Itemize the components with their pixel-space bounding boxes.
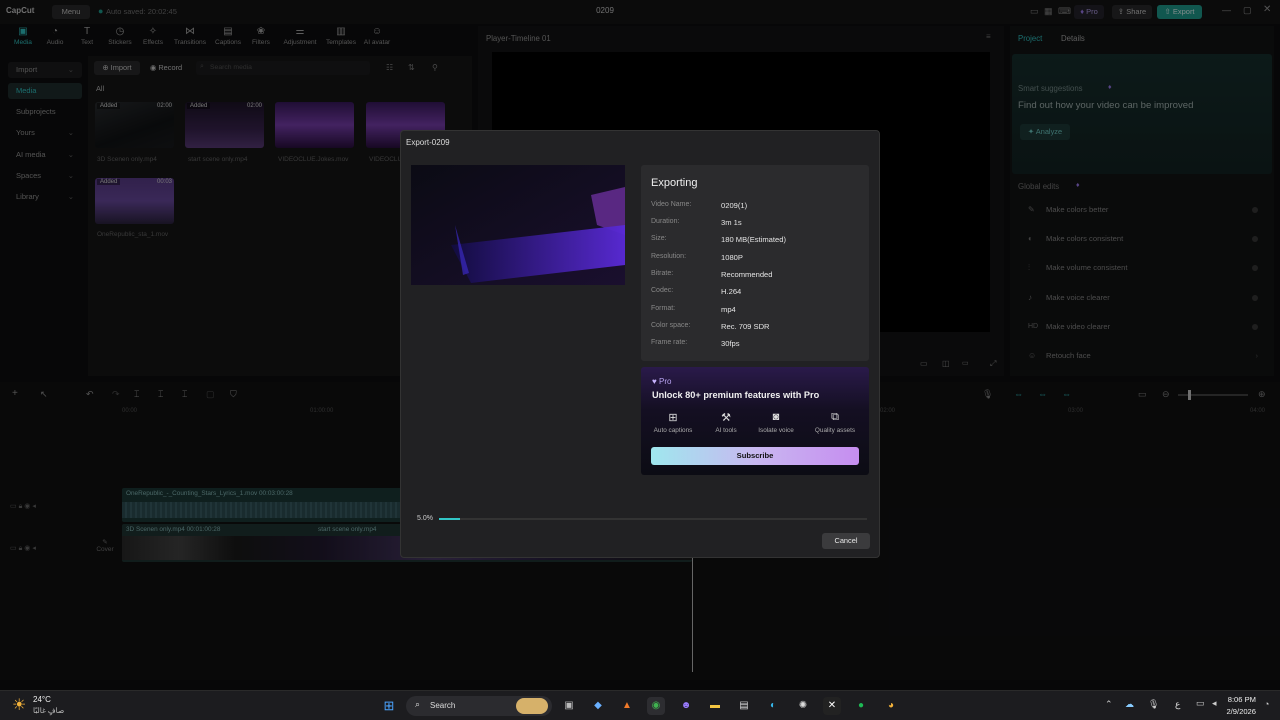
- pro-feature-label: AI tools: [715, 427, 737, 434]
- weather-temp[interactable]: 24°C: [33, 695, 51, 704]
- info-key: Video Name:: [651, 201, 692, 208]
- taskbar-search[interactable]: ⌕ Search: [406, 696, 552, 716]
- info-key: Color space:: [651, 322, 691, 329]
- info-value: H.264: [721, 287, 742, 296]
- pro-feature: ⚒ AI tools: [701, 411, 751, 434]
- capcut-icon[interactable]: ✕: [823, 697, 841, 715]
- preview-image: [411, 165, 625, 285]
- export-info-panel: Exporting Video Name: 0209(1) Duration: 3m…: [641, 165, 869, 361]
- info-row-duration: Duration: 3m 1s: [651, 218, 861, 232]
- info-value: 180 MB(Estimated): [721, 235, 786, 244]
- subscribe-button[interactable]: Subscribe: [651, 447, 859, 465]
- pro-feature-label: Quality assets: [814, 427, 856, 434]
- info-value: 1080P: [721, 253, 743, 262]
- pro-feature-label: Auto captions: [653, 427, 693, 434]
- info-row-color-space: Color space: Rec. 709 SDR: [651, 322, 861, 336]
- notifications-icon[interactable]: ◔: [1264, 699, 1269, 709]
- info-row-frame-rate: Frame rate: 30fps: [651, 339, 861, 353]
- taskbar-search-label: Search: [430, 701, 456, 710]
- clock-date[interactable]: 2/9/2026: [1222, 707, 1256, 716]
- spotify-icon[interactable]: ●: [852, 697, 870, 715]
- info-row-size: Size: 180 MB(Estimated): [651, 235, 861, 249]
- edge-icon[interactable]: ◐: [764, 697, 782, 715]
- ai-tools-icon: ⚒: [721, 412, 731, 424]
- chevron-up-icon[interactable]: ⌃: [1105, 699, 1113, 710]
- info-value: mp4: [721, 305, 736, 314]
- info-key: Format:: [651, 305, 676, 312]
- isolate-voice-icon: ◙: [772, 411, 780, 423]
- volume-icon[interactable]: ◂: [1212, 698, 1217, 709]
- info-row-video-name: Video Name: 0209(1): [651, 201, 861, 215]
- info-key: Resolution:: [651, 253, 687, 260]
- chrome-icon[interactable]: ◉: [647, 697, 665, 715]
- app-icon[interactable]: ▲: [618, 697, 636, 715]
- info-key: Size:: [651, 235, 667, 242]
- export-progress-fill: [439, 518, 461, 520]
- start-icon[interactable]: ⊞: [380, 697, 398, 715]
- info-key: Frame rate:: [651, 339, 688, 346]
- chatgpt-icon[interactable]: ✺: [794, 697, 812, 715]
- info-key: Duration:: [651, 218, 680, 225]
- info-row-resolution: Resolution: 1080P: [651, 253, 861, 267]
- store-icon[interactable]: ▤: [735, 697, 753, 715]
- mic-icon[interactable]: 🎙︎: [1148, 699, 1159, 710]
- progress-text: 5.0%: [417, 515, 433, 522]
- pro-feature: ⧉ Quality assets: [810, 411, 860, 434]
- export-preview: [411, 165, 625, 285]
- info-value: Recommended: [721, 270, 773, 279]
- info-key: Codec:: [651, 287, 674, 294]
- onedrive-icon[interactable]: ☁: [1125, 699, 1134, 710]
- info-value: 0209(1): [721, 201, 748, 210]
- weather-desc: صافٍ غالبًا: [33, 706, 65, 715]
- dialog-title: Export-0209: [406, 138, 450, 147]
- info-key: Bitrate:: [651, 270, 674, 277]
- pro-badge-label: Pro: [658, 377, 672, 386]
- info-value: Rec. 709 SDR: [721, 322, 770, 331]
- copilot-icon[interactable]: ◆: [589, 697, 607, 715]
- file-explorer-icon[interactable]: ▬: [706, 697, 724, 715]
- clock-time[interactable]: 8:06 PM: [1226, 695, 1256, 704]
- info-value: 30fps: [721, 339, 740, 348]
- pro-feature-label: Isolate voice: [758, 427, 794, 434]
- pro-feature: ⊞ Auto captions: [648, 411, 698, 434]
- pro-badge: ♥ Pro: [652, 377, 671, 386]
- info-row-bitrate: Bitrate: Recommended: [651, 270, 861, 284]
- diamond-icon: ♥: [652, 377, 657, 386]
- app-icon[interactable]: ◕: [882, 697, 900, 715]
- search-icon: ⌕: [415, 699, 421, 709]
- weather-icon[interactable]: ☀: [12, 695, 26, 715]
- pro-feature: ◙ Isolate voice: [751, 411, 801, 434]
- auto-captions-icon: ⊞: [668, 412, 678, 424]
- pro-headline: Unlock 80+ premium features with Pro: [652, 390, 820, 400]
- info-row-codec: Codec: H.264: [651, 287, 861, 301]
- language-indicator[interactable]: ع: [1175, 699, 1180, 710]
- pro-upsell-card: ♥ Pro Unlock 80+ premium features with P…: [641, 367, 869, 475]
- windows-taskbar: ☀ 24°C صافٍ غالبًا ⊞ ⌕ Search ▣ ◆ ▲ ◉ ☻ …: [0, 690, 1280, 720]
- export-dialog: Export-0209 Exporting Video Name: 0209(1)…: [400, 130, 880, 558]
- exporting-heading: Exporting: [651, 177, 698, 189]
- discord-icon[interactable]: ☻: [677, 697, 695, 715]
- info-row-format: Format: mp4: [651, 305, 861, 319]
- network-icon[interactable]: ▭: [1196, 698, 1205, 709]
- quality-assets-icon: ⧉: [831, 411, 839, 423]
- task-view-icon[interactable]: ▣: [560, 697, 578, 715]
- export-progress-bar: [439, 518, 867, 520]
- search-highlight-icon: [516, 698, 548, 714]
- cancel-button[interactable]: Cancel: [822, 533, 870, 549]
- info-value: 3m 1s: [721, 218, 742, 227]
